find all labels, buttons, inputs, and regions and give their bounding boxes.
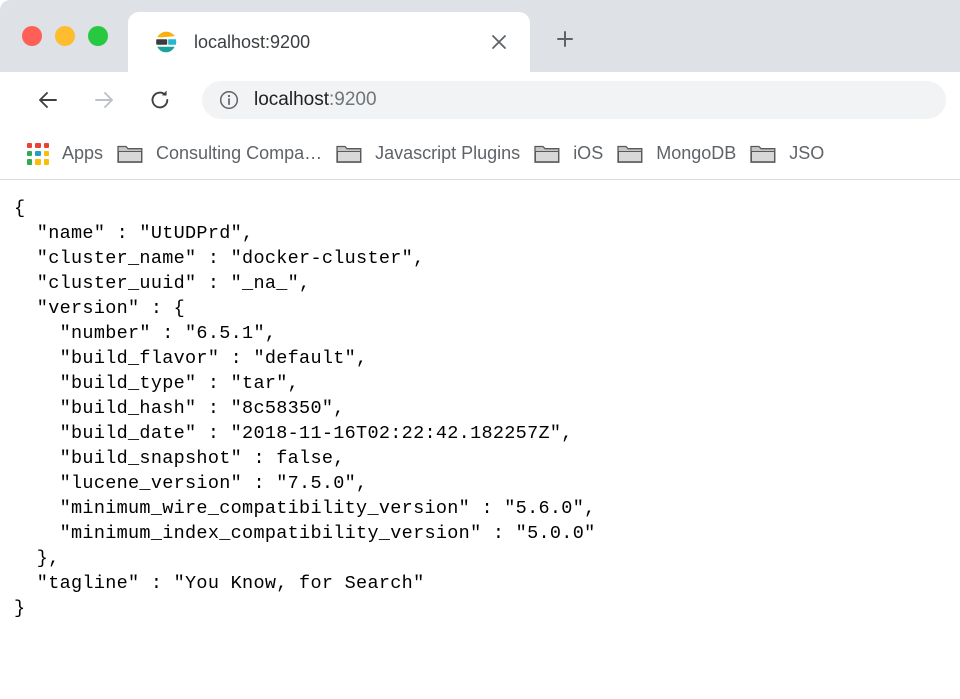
close-tab-button[interactable] bbox=[482, 25, 516, 59]
folder-icon bbox=[617, 143, 643, 164]
page-content: { "name" : "UtUDPrd", "cluster_name" : "… bbox=[0, 180, 960, 699]
close-window-button[interactable] bbox=[22, 26, 42, 46]
tab-title: localhost:9200 bbox=[194, 31, 311, 52]
url-text: localhost:9200 bbox=[254, 89, 377, 111]
minimize-window-button[interactable] bbox=[55, 26, 75, 46]
bookmark-javascript-plugins[interactable]: Javascript Plugins bbox=[329, 138, 527, 169]
apps-dot bbox=[43, 159, 49, 165]
tab-strip: localhost:9200 bbox=[0, 0, 960, 72]
maximize-window-button[interactable] bbox=[88, 26, 108, 46]
apps-dot bbox=[35, 150, 41, 157]
address-bar[interactable]: localhost:9200 bbox=[202, 81, 946, 119]
apps-grid-icon bbox=[27, 142, 49, 165]
bookmark-apps[interactable]: Apps bbox=[10, 138, 110, 170]
folder-icon bbox=[750, 143, 776, 164]
back-button[interactable] bbox=[28, 80, 68, 120]
json-response-body: { "name" : "UtUDPrd", "cluster_name" : "… bbox=[14, 198, 596, 619]
reload-button[interactable] bbox=[140, 80, 180, 120]
apps-dot bbox=[27, 150, 33, 157]
browser-tab-active[interactable]: localhost:9200 bbox=[128, 12, 530, 72]
folder-icon bbox=[336, 143, 362, 164]
bookmarks-bar: Apps Consulting Compa… Javascript Plugin… bbox=[0, 128, 960, 180]
bookmark-label: Consulting Compa… bbox=[156, 143, 323, 163]
window-controls bbox=[22, 26, 108, 46]
folder-icon bbox=[534, 143, 560, 164]
folder-icon bbox=[117, 143, 143, 164]
url-host: localhost bbox=[254, 89, 329, 110]
bookmark-label: MongoDB bbox=[656, 143, 737, 163]
bookmark-consulting-company[interactable]: Consulting Compa… bbox=[110, 138, 329, 169]
apps-dot bbox=[43, 150, 49, 157]
elasticsearch-logo-icon bbox=[154, 30, 178, 54]
bookmark-label: iOS bbox=[573, 143, 604, 163]
apps-dot bbox=[35, 159, 41, 165]
apps-dot bbox=[35, 142, 41, 148]
new-tab-button[interactable] bbox=[546, 20, 584, 58]
bookmark-json[interactable]: JSO bbox=[743, 138, 831, 169]
apps-dot bbox=[27, 159, 33, 165]
bookmark-mongodb[interactable]: MongoDB bbox=[610, 138, 743, 169]
bookmark-label: JSO bbox=[789, 143, 825, 163]
forward-button bbox=[84, 80, 124, 120]
info-circle-icon[interactable] bbox=[218, 89, 240, 111]
bookmark-label: Apps bbox=[62, 143, 104, 163]
apps-dot bbox=[43, 142, 49, 148]
bookmark-label: Javascript Plugins bbox=[375, 143, 521, 163]
apps-dot bbox=[27, 142, 33, 148]
url-port: :9200 bbox=[329, 89, 377, 110]
bookmark-ios[interactable]: iOS bbox=[527, 138, 610, 169]
browser-toolbar: localhost:9200 bbox=[0, 72, 960, 128]
